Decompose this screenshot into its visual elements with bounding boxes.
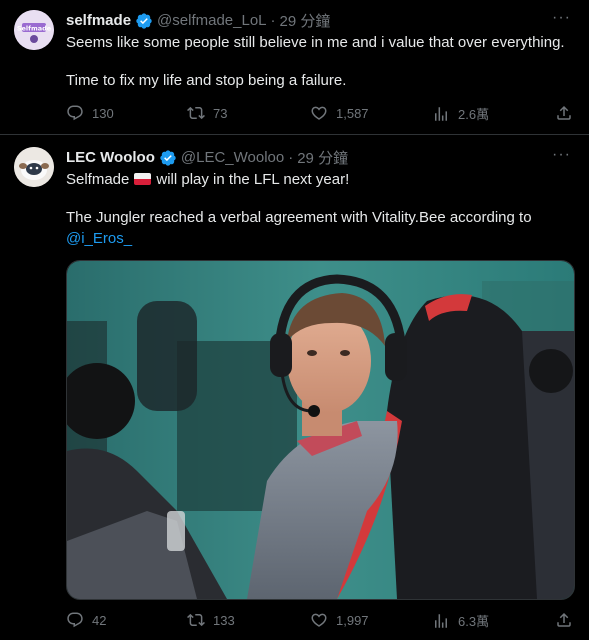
more-icon[interactable]: ···: [552, 9, 571, 27]
author-name[interactable]: LEC Wooloo: [66, 149, 155, 166]
share-button[interactable]: [555, 104, 573, 122]
author-handle[interactable]: @LEC_Wooloo: [181, 149, 284, 166]
like-icon: [311, 613, 327, 627]
author-name[interactable]: selfmade: [66, 12, 131, 29]
views-icon: [435, 613, 447, 628]
reply-icon: [67, 105, 83, 121]
more-icon[interactable]: ···: [552, 146, 571, 164]
like-count: 1,587: [336, 105, 369, 121]
mention-link[interactable]: @i_Eros_: [66, 230, 132, 247]
avatar-selfmade[interactable]: Selfmade: [14, 10, 54, 50]
reply-count: 130: [92, 105, 114, 121]
author-handle[interactable]: @selfmade_LoL: [157, 12, 266, 29]
tweet-header: selfmade @selfmade_LoL · 29 分鐘: [66, 10, 330, 31]
tweet-text-line-2: The Jungler reached a verbal agreement w…: [66, 209, 532, 226]
tweet-actions: 42 133 1,997 6.3萬: [66, 611, 576, 631]
wooloo-mascot-image: [14, 147, 54, 187]
retweet-count: 73: [213, 105, 228, 121]
reply-button[interactable]: 130: [66, 104, 114, 122]
verified-badge-icon: [136, 12, 152, 29]
tweet-header: LEC Wooloo @LEC_Wooloo · 29 分鐘: [66, 147, 348, 168]
share-button[interactable]: [555, 611, 573, 629]
views-button[interactable]: 2.6萬: [432, 104, 489, 123]
reply-count: 42: [92, 612, 107, 628]
retweet-icon: [187, 613, 205, 627]
tweet-photo[interactable]: [66, 260, 575, 600]
tweet-text-line-1: Seems like some people still believe in …: [66, 34, 565, 51]
tweet-text-line-2: Time to fix my life and stop being a fai…: [66, 72, 347, 89]
like-button[interactable]: 1,997: [310, 611, 369, 629]
like-count: 1,997: [336, 612, 369, 628]
views-icon: [435, 106, 447, 121]
selfmade-logo: Selfmade: [14, 10, 54, 50]
poland-flag-icon: [134, 173, 152, 185]
timestamp[interactable]: 29 分鐘: [297, 147, 348, 168]
views-button[interactable]: 6.3萬: [432, 611, 489, 630]
views-count: 6.3萬: [458, 614, 490, 629]
separator-dot: ·: [288, 149, 294, 166]
avatar-lec-wooloo[interactable]: [14, 147, 54, 187]
retweet-button[interactable]: 133: [187, 611, 235, 629]
retweet-icon: [187, 106, 205, 120]
separator-dot: ·: [270, 12, 276, 29]
share-icon: [557, 105, 571, 120]
verified-badge-icon: [160, 149, 176, 166]
retweet-count: 133: [213, 612, 235, 628]
reply-icon: [67, 612, 83, 628]
tweet-text-line-1: Selfmade will play in the LFL next year!: [66, 170, 349, 190]
like-button[interactable]: 1,587: [310, 104, 369, 122]
retweet-button[interactable]: 73: [187, 104, 227, 122]
text-after-flag: will play in the LFL next year!: [156, 171, 350, 188]
avatar-logo-text: Selfmade: [17, 25, 52, 33]
share-icon: [557, 612, 571, 627]
like-icon: [311, 106, 327, 120]
reply-button[interactable]: 42: [66, 611, 106, 629]
player-photo-illustration: [67, 261, 574, 599]
text-before-flag: Selfmade: [66, 171, 130, 188]
tweet-actions: 130 73 1,587 2.6萬: [66, 104, 576, 124]
tweet-selfmade[interactable]: Selfmade selfmade @selfmade_LoL · 29 分鐘 …: [0, 0, 589, 135]
timestamp[interactable]: 29 分鐘: [280, 10, 331, 31]
tweet-text-line-3: @i_Eros_: [66, 229, 132, 249]
views-count: 2.6萬: [458, 107, 490, 122]
